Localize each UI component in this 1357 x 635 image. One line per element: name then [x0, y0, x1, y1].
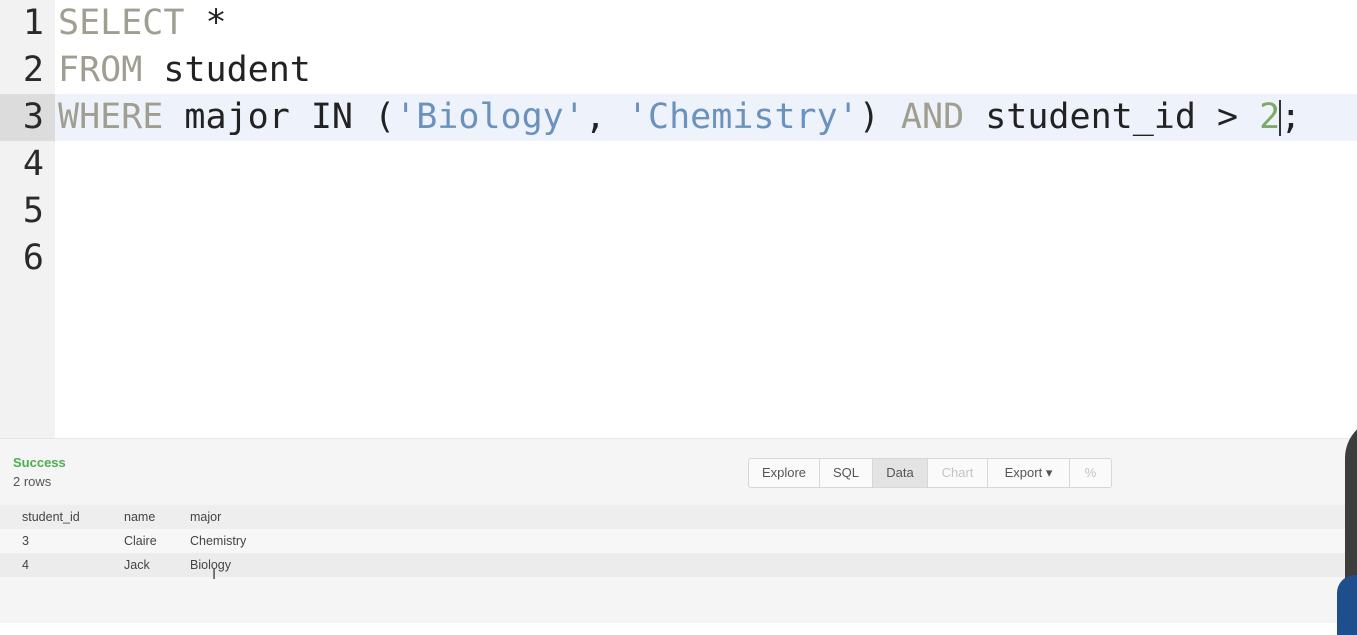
table-row[interactable]: 3 Claire Chemistry	[0, 529, 1357, 553]
line-number: 1	[22, 3, 44, 43]
table-cell: Jack	[124, 558, 150, 572]
ibeam-cursor-icon: I	[212, 567, 217, 583]
string-literal: 'Biology'	[395, 97, 585, 137]
code-text: ,	[584, 97, 627, 137]
keyword-where: WHERE	[58, 97, 164, 137]
row-count: 2 rows	[13, 474, 52, 489]
export-dropdown[interactable]: Export ▾	[988, 459, 1070, 487]
explore-button[interactable]: Explore	[749, 459, 820, 487]
line-number: 3	[22, 97, 44, 137]
table-cell: 4	[22, 558, 29, 572]
results-panel: Success 2 rows Explore SQL Data Chart Ex…	[0, 438, 1357, 623]
table-header-row: student_id name major	[0, 505, 1357, 529]
status-label: Success	[13, 455, 66, 470]
line-number: 2	[22, 50, 44, 90]
code-text: major IN (	[163, 97, 396, 137]
sql-editor[interactable]: 1 2 3 4 5 6 SELECT * FROM student WHERE …	[0, 0, 1357, 438]
keyword-from: FROM	[58, 50, 143, 90]
number-literal: 2	[1259, 97, 1281, 137]
results-table: student_id name major 3 Claire Chemistry…	[0, 505, 1357, 577]
column-header[interactable]: name	[124, 505, 155, 529]
code-line-2[interactable]: FROM student	[58, 47, 311, 94]
table-cell: Biology	[190, 558, 231, 572]
code-line-3[interactable]: WHERE major IN ('Biology', 'Chemistry') …	[58, 94, 1301, 141]
code-text: student	[142, 50, 311, 90]
code-text: student_id >	[964, 97, 1260, 137]
results-toolbar: Explore SQL Data Chart Export ▾ %	[748, 458, 1112, 488]
presenter-shirt	[1337, 575, 1357, 635]
code-line-1[interactable]: SELECT *	[58, 0, 227, 47]
table-cell: Chemistry	[190, 534, 247, 548]
data-button[interactable]: Data	[873, 459, 928, 487]
line-number: 5	[22, 191, 44, 231]
column-header[interactable]: major	[190, 505, 221, 529]
code-text: )	[858, 97, 901, 137]
line-number-gutter: 1 2 3 4 5 6	[0, 0, 55, 438]
table-cell: Claire	[124, 534, 157, 548]
code-text: *	[184, 3, 227, 43]
chart-button[interactable]: Chart	[928, 459, 988, 487]
line-number: 4	[22, 144, 44, 184]
table-cell: 3	[22, 534, 29, 548]
keyword-select: SELECT	[58, 3, 185, 43]
line-number: 6	[22, 238, 44, 278]
link-icon[interactable]: %	[1070, 459, 1111, 487]
column-header[interactable]: student_id	[22, 505, 80, 529]
table-row[interactable]: 4 Jack Biology	[0, 553, 1357, 577]
keyword-and: AND	[900, 97, 965, 137]
code-text: ;	[1280, 97, 1302, 137]
sql-button[interactable]: SQL	[820, 459, 873, 487]
string-literal: 'Chemistry'	[626, 97, 859, 137]
